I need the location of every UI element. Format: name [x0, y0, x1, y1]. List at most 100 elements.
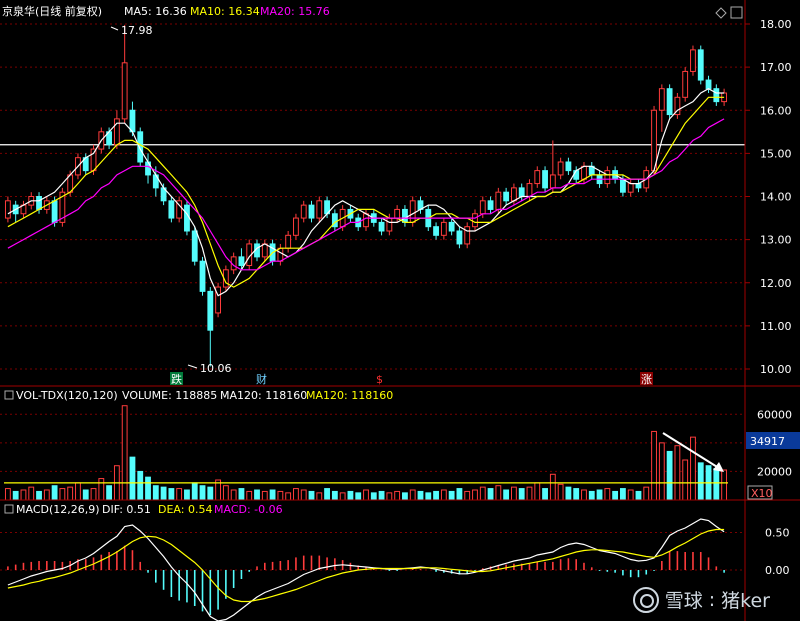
candle-body — [261, 243, 268, 258]
volume-bar — [573, 488, 580, 501]
candle-body — [199, 260, 206, 292]
candle-body — [238, 256, 245, 266]
candle-body — [627, 183, 634, 193]
candle-body — [690, 49, 696, 72]
candle-body — [394, 208, 401, 219]
macd-dea: DEA: 0.54 — [158, 503, 212, 516]
candle-body — [285, 234, 292, 249]
volume-bar — [160, 486, 167, 501]
vol-volume: VOLUME: 118885 — [122, 389, 217, 402]
volume-bar — [440, 489, 447, 501]
volume-bar — [191, 482, 198, 501]
volume-bar — [495, 485, 502, 501]
volume-bar — [285, 492, 292, 501]
candle-body — [207, 290, 214, 331]
volume-bar — [51, 485, 58, 501]
volume-bars — [4, 405, 728, 501]
price-tick-label: 16.00 — [760, 104, 792, 117]
candle-body — [277, 247, 284, 262]
price-tick-label: 18.00 — [760, 18, 792, 31]
volume-bar — [347, 490, 354, 501]
candle-body — [168, 200, 175, 219]
volume-bar — [503, 489, 510, 501]
volume-bar — [526, 486, 533, 501]
watermark-brand: 雪球 — [664, 590, 703, 612]
volume-tick-label: 20000 — [757, 465, 792, 478]
volume-bar — [129, 456, 136, 501]
candle-body — [433, 226, 439, 236]
volume-bar — [254, 489, 260, 501]
candle-body — [495, 191, 502, 210]
volume-bar — [269, 489, 276, 501]
candle-body — [409, 200, 416, 223]
candle-body — [448, 221, 455, 232]
volume-bar — [472, 489, 478, 501]
volume-bar — [43, 489, 50, 501]
candle-body — [682, 70, 689, 98]
candle-body — [666, 88, 673, 116]
volume-bar — [542, 488, 548, 501]
ma20-label: MA20: 15.76 — [260, 5, 330, 18]
volume-bar — [604, 488, 611, 501]
candle-body — [184, 204, 190, 232]
candle-body — [581, 165, 587, 180]
candle-body — [534, 170, 541, 185]
volume-bar — [581, 489, 587, 501]
vol-ma120-b: MA120: 118160 — [306, 389, 393, 402]
candle-body — [402, 208, 408, 223]
volume-bar — [378, 490, 385, 501]
ma5-label: MA5: 16.36 — [124, 5, 187, 18]
volume-bar — [82, 489, 89, 501]
volume-bar — [612, 490, 619, 501]
ma10-label: MA10: 16.34 — [190, 5, 260, 18]
volume-bar — [176, 488, 183, 501]
watermark: 雪球 : 猪ker — [632, 586, 770, 613]
candlestick-series — [4, 24, 728, 367]
volume-bar — [518, 488, 525, 501]
candle-body — [472, 213, 478, 228]
diamond-icon[interactable] — [715, 7, 727, 19]
marker-money[interactable]: $ — [376, 373, 383, 386]
volume-bar — [28, 486, 35, 501]
candle-body — [518, 187, 525, 197]
volume-bar — [246, 490, 253, 501]
volume-bar — [121, 405, 128, 501]
volume-bar — [293, 488, 299, 501]
marker-fall[interactable]: 跌 — [171, 372, 182, 386]
volume-bar — [90, 488, 97, 501]
candle-body — [557, 161, 564, 176]
volume-bar — [643, 486, 650, 501]
candle-body — [316, 200, 323, 219]
vol-ma120-a: MA120: 118160 — [220, 389, 307, 402]
volume-bar — [261, 490, 268, 501]
volume-bar — [635, 490, 642, 501]
price-tick-label: 15.00 — [760, 147, 792, 160]
marker-finance[interactable]: 财 — [256, 372, 267, 386]
volume-bar — [565, 486, 572, 501]
candle-body — [36, 196, 42, 210]
volume-bar — [674, 445, 681, 501]
volume-bar — [20, 489, 27, 501]
volume-bar — [106, 485, 113, 501]
volume-bar — [222, 485, 229, 501]
event-markers: 跌 财 $ 涨 — [170, 372, 653, 386]
volume-bar — [277, 490, 284, 501]
volume-bar — [4, 488, 11, 501]
volume-bar — [207, 486, 214, 501]
volume-bar — [479, 486, 486, 501]
volume-bar — [456, 488, 463, 501]
vol-settings-icon[interactable] — [4, 390, 14, 400]
volume-bar — [596, 489, 603, 501]
volume-bar — [549, 473, 556, 501]
macd-settings-icon[interactable] — [4, 504, 14, 514]
marker-rise[interactable]: 涨 — [641, 373, 652, 386]
volume-bar — [308, 490, 315, 501]
volume-bar — [59, 488, 66, 501]
candle-body — [635, 183, 642, 189]
window-box-icon[interactable] — [730, 6, 743, 19]
price-tick-label: 10.00 — [760, 363, 792, 376]
price-tick-label: 17.00 — [760, 61, 792, 74]
volume-bar — [425, 492, 432, 501]
volume-bar — [534, 482, 541, 501]
volume-bar — [331, 490, 338, 501]
